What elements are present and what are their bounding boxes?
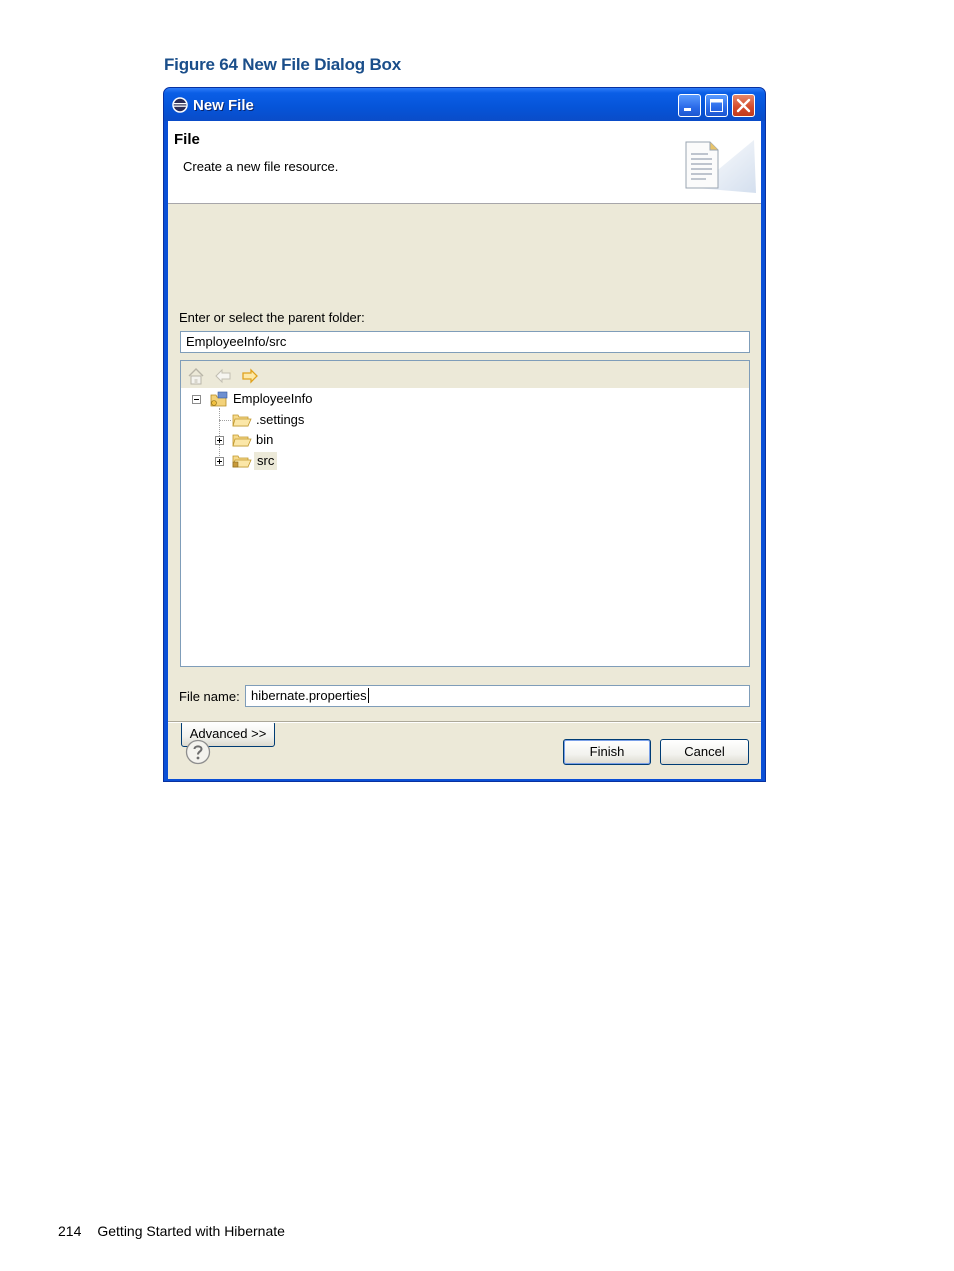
tree-item-employeeinfo[interactable]: EmployeeInfo (233, 390, 313, 408)
forward-arrow-icon[interactable] (241, 367, 259, 385)
wizard-description: Create a new file resource. (183, 159, 339, 174)
new-file-dialog: New File File Create a new file resource… (163, 87, 766, 782)
file-name-value: hibernate.properties (251, 688, 367, 703)
button-bar-separator (168, 721, 761, 723)
folder-icon (232, 414, 252, 427)
maximize-button[interactable] (705, 94, 728, 117)
tree-guide-line (219, 420, 231, 421)
close-button[interactable] (732, 94, 755, 117)
plus-icon (217, 459, 222, 464)
wizard-title: File (174, 131, 200, 148)
file-name-label: File name: (179, 689, 240, 704)
parent-folder-label: Enter or select the parent folder: (179, 310, 365, 325)
project-icon (210, 391, 228, 407)
folder-tree[interactable]: EmployeeInfo .settings bin src (180, 360, 750, 667)
title-bar[interactable]: New File (164, 88, 765, 121)
dialog-body: File Create a new file resource. Enter o… (168, 121, 761, 779)
figure-caption: Figure 64 New File Dialog Box (164, 55, 401, 74)
footer-title: Getting Started with Hibernate (97, 1223, 285, 1239)
text-cursor (367, 688, 369, 703)
collapse-toggle[interactable] (192, 395, 201, 404)
tree-item-src[interactable]: src (254, 452, 278, 470)
new-file-wizard-icon (685, 140, 756, 193)
minus-icon (194, 399, 199, 400)
wizard-header: File Create a new file resource. (168, 121, 761, 204)
page-number: 214 (58, 1223, 82, 1239)
minimize-icon (684, 108, 691, 111)
back-arrow-icon[interactable] (214, 367, 232, 385)
tree-item-bin[interactable]: bin (256, 431, 273, 449)
expand-toggle[interactable] (215, 457, 224, 466)
eclipse-icon (172, 97, 188, 113)
plus-icon (217, 438, 222, 443)
parent-folder-input[interactable]: EmployeeInfo/src (180, 331, 750, 353)
package-folder-icon (232, 455, 252, 468)
home-icon[interactable] (187, 367, 205, 385)
tree-toolbar (181, 361, 749, 388)
file-name-input[interactable]: hibernate.properties (245, 685, 750, 707)
folder-icon (232, 434, 252, 447)
maximize-icon (710, 99, 723, 112)
minimize-button[interactable] (678, 94, 701, 117)
cancel-button[interactable]: Cancel (660, 739, 749, 765)
close-icon (736, 98, 751, 113)
expand-toggle[interactable] (215, 436, 224, 445)
help-icon[interactable] (185, 739, 211, 765)
tree-item-settings[interactable]: .settings (256, 411, 304, 429)
page-footer: 214 Getting Started with Hibernate (58, 1223, 285, 1239)
window-title: New File (193, 97, 254, 114)
finish-button[interactable]: Finish (563, 739, 651, 765)
